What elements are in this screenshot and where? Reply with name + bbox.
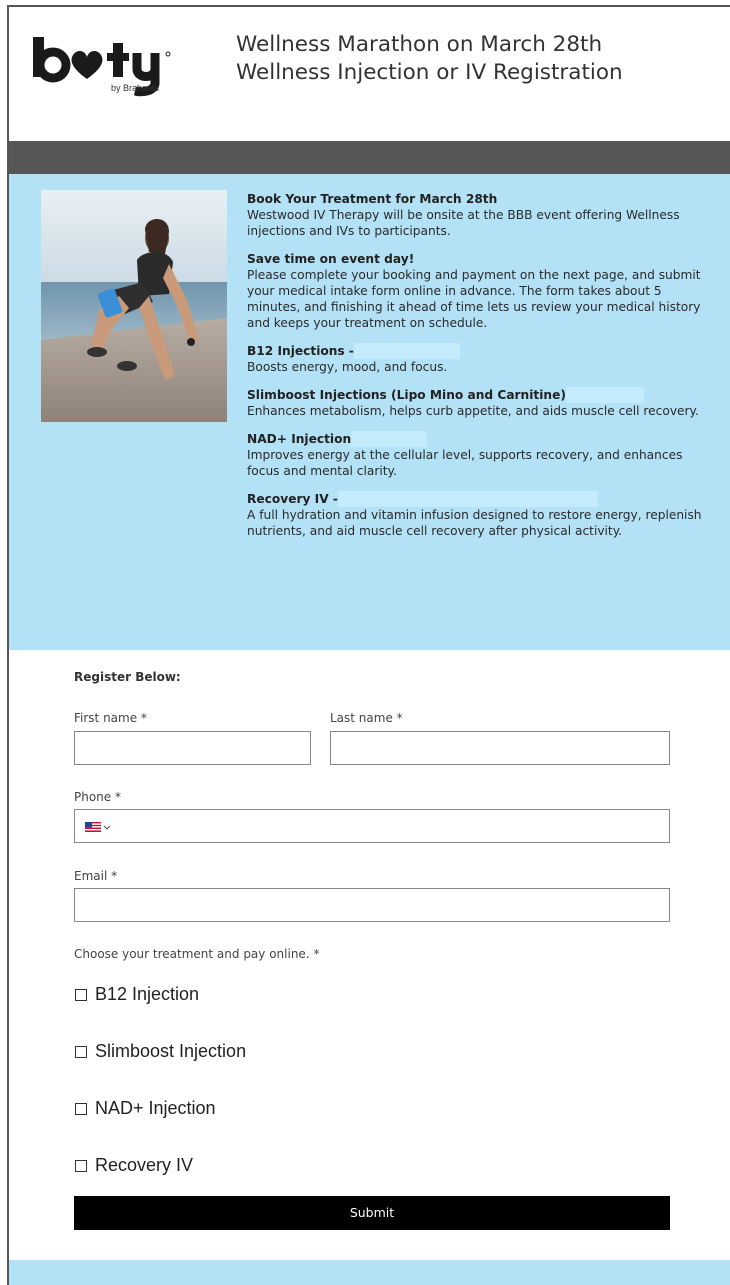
chevron-down-icon bbox=[103, 825, 111, 830]
info-text: Book Your Treatment for March 28th Westw… bbox=[247, 191, 717, 551]
treatment-choice-label: Choose your treatment and pay online. * bbox=[74, 947, 320, 961]
option-slimboost[interactable]: Slimboost Injection bbox=[75, 1041, 246, 1062]
brand-logo[interactable]: by Brabants bbox=[29, 33, 209, 97]
last-name-label: Last name * bbox=[330, 711, 403, 725]
option-b12[interactable]: B12 Injection bbox=[75, 984, 199, 1005]
title-line-2: Wellness Injection or IV Registration bbox=[236, 60, 623, 85]
email-input[interactable] bbox=[74, 888, 670, 922]
checkbox-recovery-iv[interactable] bbox=[75, 1159, 87, 1172]
header: by Brabants Wellness Marathon on March 2… bbox=[9, 7, 730, 141]
form-title: Register Below: bbox=[74, 670, 181, 684]
book-text: Westwood IV Therapy will be onsite at th… bbox=[247, 208, 680, 238]
option-nad[interactable]: NAD+ Injection bbox=[75, 1098, 216, 1119]
email-label: Email * bbox=[74, 869, 118, 883]
runner-photo bbox=[41, 190, 227, 422]
logo-subtitle: by Brabants bbox=[111, 83, 160, 93]
book-block: Book Your Treatment for March 28th Westw… bbox=[247, 191, 717, 239]
phone-label: Phone * bbox=[74, 790, 121, 804]
checkbox-nad[interactable] bbox=[75, 1102, 87, 1115]
option-recovery-iv[interactable]: Recovery IV bbox=[75, 1155, 193, 1176]
treatment-slimboost-heading: Slimboost Injections (Lipo Mino and Carn… bbox=[247, 388, 566, 402]
country-code-select[interactable] bbox=[85, 820, 119, 834]
treatment-slimboost-block: Slimboost Injections (Lipo Mino and Carn… bbox=[247, 387, 717, 419]
treatment-nad-text: Improves energy at the cellular level, s… bbox=[247, 448, 683, 478]
page-frame: by Brabants Wellness Marathon on March 2… bbox=[7, 5, 730, 1285]
info-section: Book Your Treatment for March 28th Westw… bbox=[9, 174, 730, 650]
treatment-slimboost-text: Enhances metabolism, helps curb appetite… bbox=[247, 404, 699, 418]
title-line-1: Wellness Marathon on March 28th bbox=[236, 32, 603, 57]
option-b12-label: B12 Injection bbox=[95, 984, 200, 1004]
first-name-label: First name * bbox=[74, 711, 147, 725]
option-recovery-iv-label: Recovery IV bbox=[95, 1155, 194, 1175]
phone-input[interactable] bbox=[121, 810, 669, 844]
save-text: Please complete your booking and payment… bbox=[247, 268, 701, 330]
registration-form: Register Below: First name * Last name *… bbox=[9, 650, 730, 1260]
submit-button[interactable]: Submit bbox=[74, 1196, 670, 1230]
treatment-b12-text: Boosts energy, mood, and focus. bbox=[247, 360, 448, 374]
treatment-b12-heading: B12 Injections - bbox=[247, 344, 354, 358]
checkbox-b12[interactable] bbox=[75, 988, 87, 1001]
last-name-input[interactable] bbox=[330, 731, 670, 765]
treatment-nad-block: NAD+ Injection Improves energy at the ce… bbox=[247, 431, 717, 479]
phone-field bbox=[74, 809, 670, 844]
book-heading: Book Your Treatment for March 28th bbox=[247, 192, 498, 206]
page-title: Wellness Marathon on March 28th Wellness… bbox=[236, 31, 716, 87]
header-divider-bar bbox=[9, 141, 730, 174]
treatment-recovery-block: Recovery IV - A full hydration and vitam… bbox=[247, 491, 717, 539]
treatment-recovery-heading: Recovery IV - bbox=[247, 492, 338, 506]
footer-bar bbox=[9, 1260, 730, 1285]
save-heading: Save time on event day! bbox=[247, 252, 415, 266]
us-flag-icon bbox=[85, 822, 101, 832]
option-slimboost-label: Slimboost Injection bbox=[95, 1041, 247, 1061]
save-block: Save time on event day! Please complete … bbox=[247, 251, 717, 331]
treatment-b12-block: B12 Injections - Boosts energy, mood, an… bbox=[247, 343, 717, 375]
first-name-input[interactable] bbox=[74, 731, 311, 765]
checkbox-slimboost[interactable] bbox=[75, 1045, 87, 1058]
treatment-recovery-text: A full hydration and vitamin infusion de… bbox=[247, 508, 702, 538]
option-nad-label: NAD+ Injection bbox=[95, 1098, 216, 1118]
treatment-nad-heading: NAD+ Injection bbox=[247, 432, 352, 446]
